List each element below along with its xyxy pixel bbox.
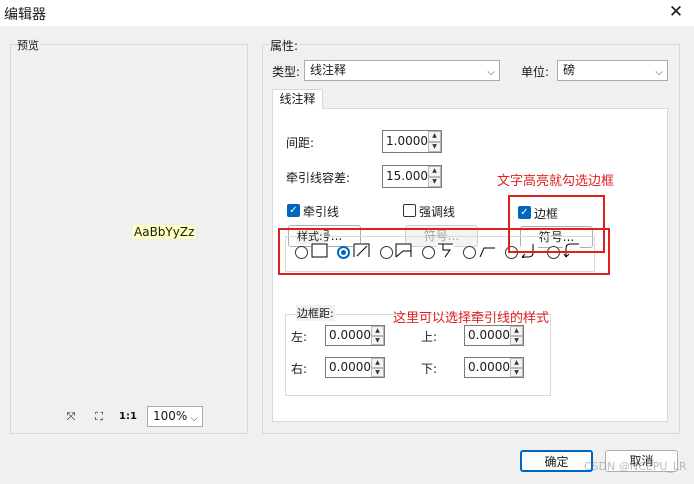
spin-down-icon[interactable]: ▼ (510, 335, 523, 345)
leader-label: 牵引线 (303, 205, 340, 219)
bottom-margin-value: 0.0000 (468, 360, 510, 374)
spacing-label: 间距: (286, 136, 315, 150)
right-margin-label: 右: (291, 362, 308, 376)
leader-tolerance-label: 牵引线容差: (286, 171, 351, 185)
border-note: 文字高亮就勾选边框 (497, 174, 615, 189)
style-highlight-box (278, 228, 610, 275)
spin-up-icon[interactable]: ▲ (371, 326, 384, 336)
preview-label: 预览 (16, 37, 40, 53)
type-label: 类型: (272, 65, 301, 79)
bottom-margin-label: 下: (421, 362, 438, 376)
fit-to-window-icon[interactable]: ⤧ (62, 408, 80, 426)
top-margin-spinner[interactable]: 0.0000 ▲ ▼ (464, 325, 524, 346)
preview-group (10, 44, 248, 434)
chevron-down-icon: ⌵ (487, 67, 495, 78)
spin-up-icon[interactable]: ▲ (510, 326, 523, 336)
top-margin-label: 上: (421, 330, 438, 344)
ok-button[interactable]: 确定 (520, 450, 593, 472)
watermark: CSDN @NCEPU_LR (584, 460, 687, 473)
window-title: 编辑器 (4, 7, 46, 23)
tab-line-annotation[interactable]: 线注释 (272, 89, 323, 109)
spin-up-icon[interactable]: ▲ (428, 166, 441, 177)
preview-sample-text: AaBbYyZz (133, 225, 196, 239)
chevron-down-icon: ⌵ (190, 413, 198, 424)
top-margin-value: 0.0000 (468, 328, 510, 342)
emphasis-checkbox[interactable] (403, 204, 416, 217)
close-icon[interactable]: ✕ (664, 1, 688, 23)
left-margin-spinner[interactable]: 0.0000 ▲ ▼ (325, 325, 385, 346)
spacing-spinner[interactable]: 1.0000 ▲ ▼ (382, 130, 442, 153)
zoom-combo[interactable]: 100% ⌵ (147, 406, 203, 427)
title-bar (0, 0, 694, 26)
type-value: 线注释 (310, 63, 347, 77)
spin-down-icon[interactable]: ▼ (428, 176, 441, 187)
actual-size-icon[interactable]: 1:1 (119, 408, 137, 426)
spin-down-icon[interactable]: ▼ (510, 367, 523, 377)
type-combo[interactable]: 线注释 ⌵ (304, 60, 500, 81)
spin-down-icon[interactable]: ▼ (428, 141, 441, 152)
left-margin-value: 0.0000 (329, 328, 371, 342)
zoom-value: 100% (153, 409, 188, 423)
spin-up-icon[interactable]: ▲ (371, 358, 384, 368)
unit-combo[interactable]: 磅 ⌵ (557, 60, 668, 81)
fullscreen-icon[interactable]: ⛶ (90, 408, 108, 426)
margin-label: 边框距: (296, 305, 335, 321)
emphasis-label: 强调线 (419, 205, 456, 219)
left-margin-label: 左: (291, 330, 308, 344)
spacing-value: 1.0000 (386, 134, 428, 148)
spin-down-icon[interactable]: ▼ (371, 367, 384, 377)
unit-label: 单位: (521, 65, 550, 79)
style-note: 这里可以选择牵引线的样式 (393, 311, 550, 326)
right-margin-spinner[interactable]: 0.0000 ▲ ▼ (325, 357, 385, 378)
bottom-margin-spinner[interactable]: 0.0000 ▲ ▼ (464, 357, 524, 378)
spin-up-icon[interactable]: ▲ (428, 131, 441, 142)
leader-checkbox[interactable]: ✓ (287, 204, 300, 217)
spin-down-icon[interactable]: ▼ (371, 335, 384, 345)
right-margin-value: 0.0000 (329, 360, 371, 374)
leader-tolerance-spinner[interactable]: 15.0000 ▲ ▼ (382, 165, 442, 188)
chevron-down-icon: ⌵ (655, 67, 663, 78)
spin-up-icon[interactable]: ▲ (510, 358, 523, 368)
properties-label: 属性: (269, 37, 300, 54)
unit-value: 磅 (563, 63, 576, 77)
